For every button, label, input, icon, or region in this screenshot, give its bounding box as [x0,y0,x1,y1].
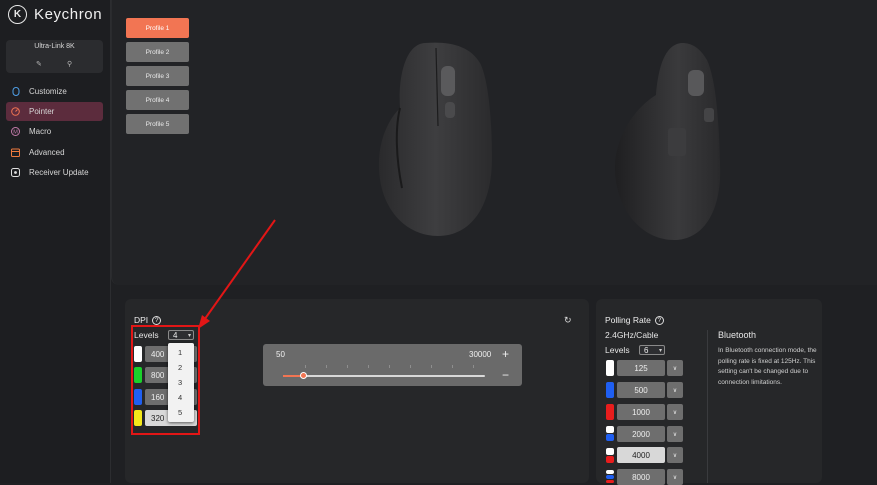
chevron-down-icon: ▾ [658,347,662,354]
slider-max-label: 30000 [469,350,492,359]
chevron-down-icon[interactable]: ∨ [667,404,683,420]
rate-color-marker [606,448,614,455]
device-name: Ultra-Link 8K [34,43,75,50]
polling-levels-value: 6 [644,345,649,355]
slider-tick [326,365,327,368]
sidebar: K Keychron Ultra-Link 8K ✎ ⚲ Customize P… [0,0,111,483]
rate-color-marker [606,382,614,398]
reset-icon[interactable]: ↻ [564,315,572,326]
plus-icon[interactable]: + [502,347,509,361]
polling-rate-2[interactable]: 500 [617,382,665,398]
keychron-logo-icon: K [8,5,27,24]
profile-2-button[interactable]: Profile 2 [126,42,189,62]
nav-item-receiver-update[interactable]: Receiver Update [6,163,103,182]
bluetooth-description: In Bluetooth connection mode, the pollin… [718,347,817,386]
nav-item-advanced[interactable]: Advanced [6,143,103,162]
slider-tick [305,365,306,368]
dpi-title: DPI ? [134,315,162,325]
nav-item-macro[interactable]: M Macro [6,122,103,141]
nav-label: Customize [29,87,67,96]
polling-levels-select[interactable]: 6 ▾ [639,345,665,355]
wired-label: 2.4GHz/Cable [605,330,659,340]
chevron-down-icon[interactable]: ∨ [667,382,683,398]
dpi-slider-track[interactable] [283,372,485,379]
slider-tick [473,365,474,368]
macro-m-icon: M [11,127,20,136]
annotation-arrow [198,219,276,329]
annotation-highlight-box [131,325,200,435]
keychron-logo: K Keychron [8,5,102,24]
slider-tick [389,365,390,368]
rate-color-marker [606,456,614,463]
gauge-icon [11,107,20,116]
vertical-divider [707,330,708,483]
slider-tick [347,365,348,368]
dpi-title-text: DPI [134,315,149,325]
chevron-down-icon[interactable]: ∨ [667,447,683,463]
slider-tick [410,365,411,368]
slider-tick [368,365,369,368]
nav-label: Macro [29,127,52,136]
slider-tick [431,365,432,368]
slider-min-label: 50 [276,350,285,359]
nav-label: Advanced [29,148,65,157]
polling-levels-label: Levels [605,345,630,355]
device-card[interactable]: Ultra-Link 8K ✎ ⚲ [6,40,103,73]
rate-color-marker [606,426,614,433]
brand-name: Keychron [34,6,103,23]
profile-1-button[interactable]: Profile 1 [126,18,189,38]
rate-color-marker [606,470,614,474]
mouse-side-image [614,43,721,240]
polling-title: Polling Rate ? [605,315,664,325]
polling-rate-4[interactable]: 2000 [617,426,665,442]
unlink-icon[interactable]: ⚲ [67,60,72,68]
mouse-icon [11,87,20,96]
polling-rate-5[interactable]: 4000 [617,447,665,463]
dpi-slider-thumb[interactable] [300,372,308,379]
polling-rate-3[interactable]: 1000 [617,404,665,420]
profile-5-button[interactable]: Profile 5 [126,114,189,134]
profile-3-button[interactable]: Profile 3 [126,66,189,86]
nav-label: Pointer [29,107,55,116]
chevron-down-icon[interactable]: ∨ [667,360,683,376]
bluetooth-title: Bluetooth [718,330,757,340]
chevron-down-icon[interactable]: ∨ [667,426,683,442]
dpi-slider-panel: 50 30000 + − [263,344,522,386]
rate-color-marker [606,404,614,420]
pencil-icon[interactable]: ✎ [36,60,42,68]
rate-color-marker [606,475,614,479]
nav-item-customize[interactable]: Customize [6,82,103,101]
svg-text:M: M [13,130,18,136]
rate-color-marker [606,434,614,441]
slider-tick [452,365,453,368]
help-icon[interactable]: ? [152,315,162,325]
profile-4-button[interactable]: Profile 4 [126,90,189,110]
nav-item-pointer[interactable]: Pointer [6,102,103,121]
rate-color-marker [606,360,614,376]
calendar-icon [11,148,20,157]
polling-rate-1[interactable]: 125 [617,360,665,376]
help-icon[interactable]: ? [654,315,664,325]
nav-label: Receiver Update [29,168,89,177]
receiver-icon [11,168,20,177]
polling-title-text: Polling Rate [605,315,651,325]
mouse-front-image [378,42,492,236]
minus-icon[interactable]: − [502,368,509,382]
